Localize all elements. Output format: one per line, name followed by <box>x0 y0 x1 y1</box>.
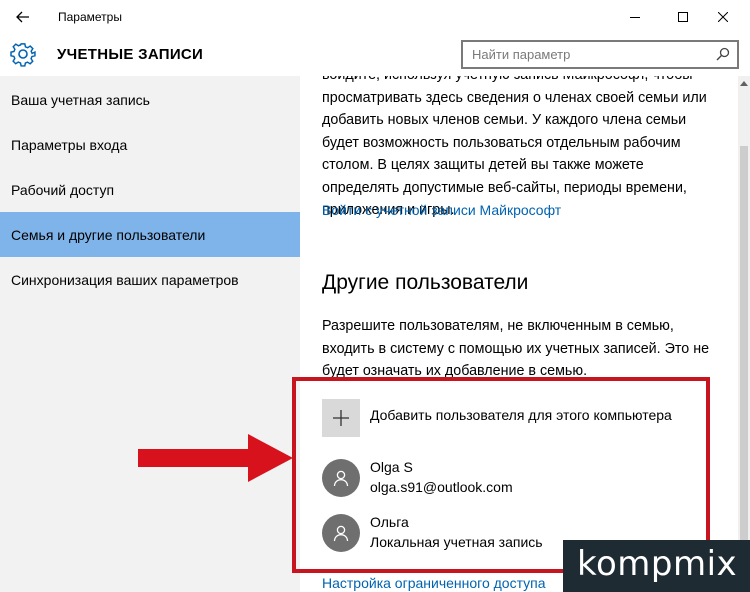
watermark-logo: kompmix <box>563 540 750 592</box>
scroll-thumb[interactable] <box>740 146 748 586</box>
sidebar-item-label: Параметры входа <box>11 136 128 153</box>
chevron-up-icon <box>740 80 748 86</box>
sidebar-item-family-other-users[interactable]: Семья и другие пользователи <box>0 212 300 257</box>
sidebar-item-your-account[interactable]: Ваша учетная запись <box>0 77 300 122</box>
sidebar: Ваша учетная запись Параметры входа Рабо… <box>0 76 300 592</box>
watermark-text: kompmix <box>577 544 738 584</box>
close-button[interactable] <box>700 0 746 34</box>
sidebar-item-label: Ваша учетная запись <box>11 91 150 108</box>
back-arrow-icon <box>16 11 29 23</box>
sidebar-item-work-access[interactable]: Рабочий доступ <box>0 167 300 212</box>
other-users-heading: Другие пользователи <box>322 271 529 294</box>
family-description: войдите, используя учетную запись Майкро… <box>322 76 707 218</box>
title-bar: Параметры <box>0 0 750 34</box>
gear-icon <box>10 43 36 67</box>
red-arrow-icon <box>138 434 293 482</box>
assigned-access-link[interactable]: Настройка ограниченного доступа <box>322 575 546 591</box>
search-input[interactable] <box>463 42 703 67</box>
search-icon[interactable] <box>716 47 730 61</box>
other-users-description: Разрешите пользователям, не включенным в… <box>322 318 710 379</box>
scroll-up-button[interactable] <box>738 76 750 90</box>
back-button[interactable] <box>6 3 40 31</box>
page-title: УЧЕТНЫЕ ЗАПИСИ <box>57 46 204 63</box>
maximize-icon <box>678 12 688 22</box>
sidebar-item-label: Семья и другие пользователи <box>11 226 206 243</box>
sidebar-item-sync-settings[interactable]: Синхронизация ваших параметров <box>0 257 300 302</box>
sidebar-item-label: Синхронизация ваших параметров <box>11 271 239 288</box>
minimize-icon <box>630 17 640 18</box>
minimize-button[interactable] <box>612 0 658 34</box>
search-box[interactable] <box>461 40 739 69</box>
close-icon <box>718 12 728 22</box>
settings-header: УЧЕТНЫЕ ЗАПИСИ <box>0 34 750 76</box>
sidebar-item-label: Рабочий доступ <box>11 181 115 198</box>
microsoft-signin-link[interactable]: Войти с учетной записи Майкрософт <box>322 202 561 218</box>
sidebar-item-sign-in-options[interactable]: Параметры входа <box>0 122 300 167</box>
vertical-scrollbar[interactable] <box>738 76 750 592</box>
window-title: Параметры <box>58 10 122 24</box>
